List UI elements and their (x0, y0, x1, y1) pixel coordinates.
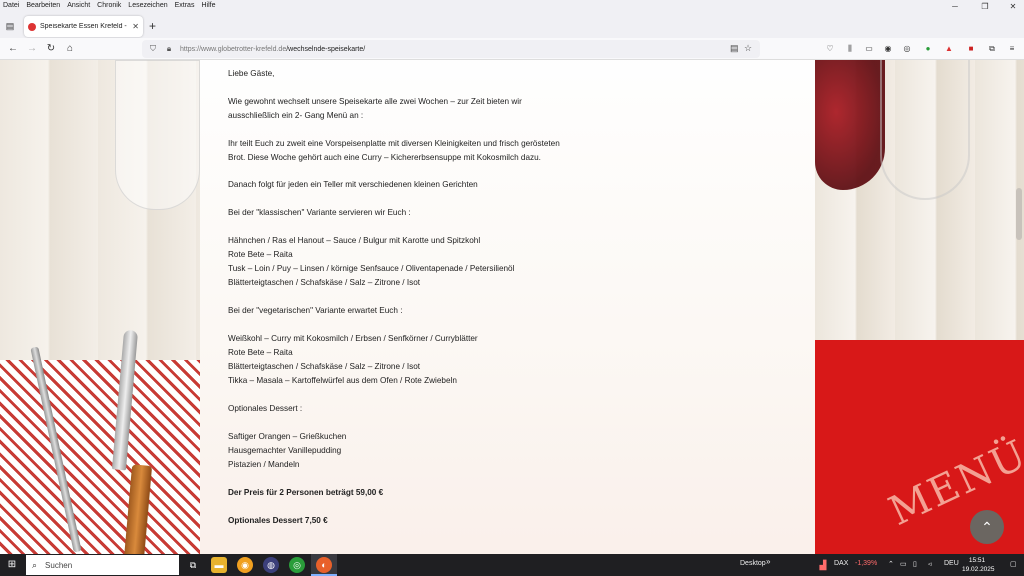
vegetarian-dish-3: Blätterteigtaschen / Schafskäse / Salz –… (228, 362, 421, 371)
tab-strip: ▤ Speisekarte Essen Krefeld - Glo ✕ + (0, 11, 1024, 38)
url-path: /wechselnde-speisekarte/ (286, 45, 366, 53)
menu-extras[interactable]: Extras (175, 2, 195, 9)
classic-dish-1: Hähnchen / Ras el Hanout – Sauce / Bulgu… (228, 236, 481, 245)
vegetarian-dish-4: Tikka – Masala – Kartoffelwürfel aus dem… (228, 376, 457, 385)
app-menu-icon[interactable]: ≡ (1006, 43, 1018, 55)
shield-icon[interactable]: ⛉ (148, 44, 158, 54)
menu-lesezeichen[interactable]: Lesezeichen (128, 2, 167, 9)
language-indicator[interactable]: DEU (944, 560, 959, 567)
menu-content-panel: Liebe Gäste, Wie gewohnt wechselt unsere… (200, 60, 815, 554)
extension-vpn-icon[interactable]: ◎ (901, 43, 913, 55)
stock-chart-icon[interactable]: ▟ (815, 557, 831, 573)
tab-title: Speisekarte Essen Krefeld - Glo (40, 23, 129, 30)
taskbar-search-placeholder: Suchen (45, 560, 73, 570)
new-tab-icon[interactable]: + (149, 20, 156, 32)
water-glass-image (115, 60, 200, 210)
network-icon[interactable]: ▭ (900, 560, 907, 568)
firefox-icon[interactable]: ◐ (316, 557, 332, 573)
extension-adblock-icon[interactable]: ■ (965, 43, 977, 55)
main-course-intro: Danach folgt für jeden ein Teller mit ve… (228, 180, 478, 189)
lock-icon[interactable]: 🔒︎ (164, 44, 174, 54)
url-bar[interactable]: ⛉ 🔒︎ https://www.globetrotter-krefeld.de… (142, 40, 760, 58)
classic-dish-4: Blätterteigtaschen / Schafskäse / Salz –… (228, 278, 421, 287)
tray-chevron-icon[interactable]: ⌃ (888, 560, 894, 568)
reader-view-icon[interactable]: ▤ (730, 43, 739, 54)
chrome-icon[interactable]: ◎ (289, 557, 305, 573)
scroll-to-top-button[interactable]: ⌃ (970, 510, 1004, 544)
clock-time: 15:51 (968, 557, 986, 564)
tab-speisekarte[interactable]: Speisekarte Essen Krefeld - Glo ✕ (24, 16, 143, 37)
dax-label[interactable]: DAX (834, 560, 848, 567)
scrollbar-thumb[interactable] (1016, 188, 1022, 240)
page-scrollbar[interactable] (1014, 60, 1024, 554)
library-icon[interactable]: ⫼ (844, 43, 856, 55)
sidebar-icon[interactable]: ▭ (863, 43, 875, 55)
vegetarian-dish-2: Rote Bete – Raita (228, 348, 293, 357)
menu-datei[interactable]: Datei (3, 2, 19, 9)
navigation-bar: ← → ↻ ⌂ ⛉ 🔒︎ https://www.globetrotter-kr… (0, 38, 1024, 60)
battery-icon[interactable]: ▯ (913, 560, 917, 568)
search-icon: ⌕ (32, 559, 38, 570)
dessert-item-3: Pistazien / Mandeln (228, 460, 300, 469)
taskbar-search-box[interactable]: ⌕ Suchen (26, 555, 179, 575)
classic-heading: Bei der "klassischen" Variante servieren… (228, 208, 411, 217)
starter-line-2: Brot. Diese Woche gehört auch eine Curry… (228, 153, 541, 162)
wine-glass-image (880, 60, 970, 200)
bookmark-star-icon[interactable]: ☆ (744, 43, 752, 54)
extension-red-icon[interactable]: ▲ (943, 43, 955, 55)
extension-green-icon[interactable]: ● (922, 43, 934, 55)
url-domain: https://www.globetrotter-krefeld.de (180, 45, 287, 53)
checkered-napkin-image (0, 360, 200, 554)
menu-bearbeiten[interactable]: Bearbeiten (26, 2, 60, 9)
home-icon[interactable]: ⌂ (63, 42, 77, 56)
red-wine-image (815, 60, 885, 190)
intro-line-2: ausschließlich ein 2- Gang Menü an : (228, 111, 364, 120)
starter-line-1: Ihr teilt Euch zu zweit eine Vorspeisenp… (228, 139, 560, 148)
app-orange-icon[interactable]: ◉ (237, 557, 253, 573)
intro-line-1: Wie gewohnt wechselt unsere Speisekarte … (228, 97, 522, 106)
web-page: MENÜ Liebe Gäste, Wie gewohnt wechselt u… (0, 60, 1024, 554)
file-explorer-icon[interactable]: ▬ (211, 557, 227, 573)
desktop-toolbar-label[interactable]: Desktop (740, 560, 766, 567)
app-tor-icon[interactable]: ◍ (263, 557, 279, 573)
classic-dish-3: Tusk – Loin / Puy – Linsen / körnige Sen… (228, 264, 515, 273)
back-arrow-icon[interactable]: ← (6, 42, 20, 56)
tab-close-icon[interactable]: ✕ (132, 22, 139, 31)
extensions-icon[interactable]: ⧉ (986, 43, 998, 55)
classic-dish-2: Rote Bete – Raita (228, 250, 293, 259)
menu-chronik[interactable]: Chronik (97, 2, 121, 9)
price-two-persons: Der Preis für 2 Personen beträgt 59,00 € (228, 488, 384, 497)
windows-start-icon[interactable]: ⊞ (6, 559, 18, 571)
price-dessert: Optionales Dessert 7,50 € (228, 516, 328, 525)
vegetarian-dish-1: Weißkohl – Curry mit Kokosmilch / Erbsen… (228, 334, 478, 343)
dessert-item-2: Hausgemachter Vanillepudding (228, 446, 342, 455)
pocket-icon[interactable]: ♡ (824, 43, 836, 55)
menu-ansicht[interactable]: Ansicht (67, 2, 90, 9)
account-icon[interactable]: ◉ (882, 43, 894, 55)
menu-bar: Datei Bearbeiten Ansicht Chronik Lesezei… (0, 0, 1024, 11)
dessert-item-1: Saftiger Orangen – Grießkuchen (228, 432, 347, 441)
forward-arrow-icon[interactable]: → (25, 42, 39, 56)
reload-icon[interactable]: ↻ (44, 42, 58, 56)
volume-icon[interactable]: ◃ (928, 560, 932, 568)
taskbar-clock[interactable]: 15:51 19.02.2025 (962, 556, 995, 574)
toolbar-expand-icon[interactable]: » (766, 557, 770, 566)
site-favicon-icon (28, 22, 36, 31)
vegetarian-heading: Bei der "vegetarischen" Variante erwarte… (228, 306, 403, 315)
dax-change[interactable]: -1,39% (855, 560, 877, 567)
url-text[interactable]: https://www.globetrotter-krefeld.de/wech… (180, 46, 365, 53)
taskbar: ⊞ ⌕ Suchen ⧉ ▬ ◉ ◍ ◎ ◐ Desktop » ▟ DAX -… (0, 554, 1024, 576)
tab-list-icon[interactable]: ▤ (4, 20, 16, 32)
greeting: Liebe Gäste, (228, 69, 275, 78)
dessert-heading: Optionales Dessert : (228, 404, 303, 413)
task-view-icon[interactable]: ⧉ (185, 557, 201, 573)
notifications-icon[interactable]: ▢ (1010, 560, 1017, 568)
clock-date: 19.02.2025 (962, 566, 995, 573)
menu-hilfe[interactable]: Hilfe (201, 2, 215, 9)
